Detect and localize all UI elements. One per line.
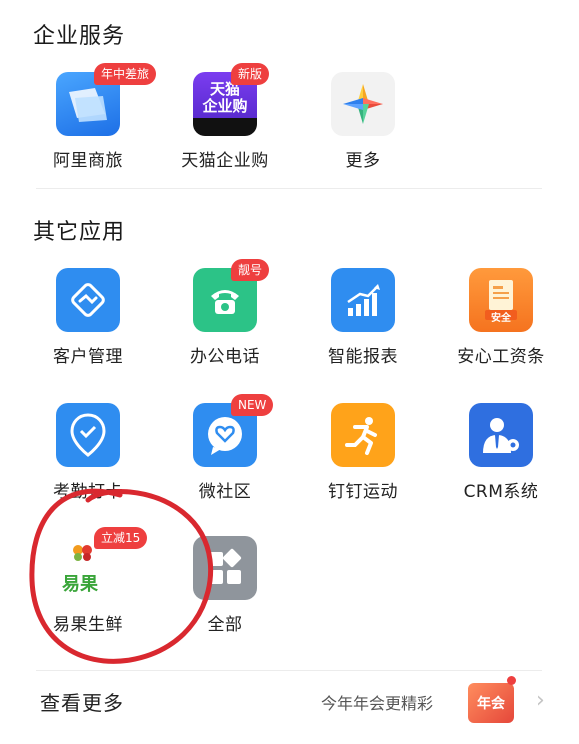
- app-label: 微社区: [198, 482, 252, 502]
- annual-meeting-icon[interactable]: 年会: [468, 683, 514, 723]
- bar-chart-icon: [331, 268, 395, 332]
- section-divider: [36, 188, 542, 189]
- footer-divider: [36, 670, 542, 671]
- badge: 靓号: [231, 259, 270, 281]
- app-customer-management[interactable]: 客户管理: [28, 268, 148, 367]
- badge: 新版: [231, 63, 270, 85]
- payslip-icon: 安全: [469, 268, 533, 332]
- running-person-icon: [331, 403, 395, 467]
- airplane-ticket-icon: 年中差旅: [56, 63, 157, 136]
- chat-heart-icon: NEW: [193, 394, 274, 467]
- badge: 年中差旅: [94, 63, 157, 85]
- app-crm[interactable]: CRM系统: [441, 403, 561, 502]
- app-label: 阿里商旅: [53, 151, 123, 171]
- person-gear-icon: [469, 403, 533, 467]
- badge: 立减15: [94, 527, 148, 549]
- app-payslip[interactable]: 安全 安心工资条: [441, 268, 561, 367]
- app-yiguo[interactable]: 易果 立减15 易果生鲜: [28, 527, 148, 635]
- app-tmall-enterprise[interactable]: 天猫 企业购 新版 天猫企业购: [165, 63, 285, 171]
- app-label: 办公电话: [190, 347, 260, 367]
- annual-meeting-promo-text[interactable]: 今年年会更精彩: [321, 690, 433, 714]
- app-label: 客户管理: [53, 347, 123, 367]
- app-more[interactable]: 更多: [303, 72, 423, 171]
- app-label: 全部: [207, 615, 243, 635]
- tmall-icon-text: 天猫 企业购: [202, 80, 248, 115]
- app-label: 考勤打卡: [53, 482, 123, 502]
- badge: NEW: [231, 394, 274, 416]
- app-label: 钉钉运动: [328, 482, 398, 502]
- yiguo-logo-text: 易果: [62, 574, 98, 595]
- view-more-link[interactable]: 查看更多: [40, 687, 124, 716]
- notification-dot: [507, 676, 516, 685]
- compass-star-icon: [331, 72, 395, 136]
- section-title-other: 其它应用: [33, 220, 126, 245]
- app-alitrip[interactable]: 年中差旅 阿里商旅: [28, 63, 157, 171]
- app-label: 智能报表: [328, 347, 398, 367]
- payslip-icon-text: 安全: [491, 313, 511, 324]
- chevron-right-icon[interactable]: ›: [536, 688, 545, 713]
- app-attendance[interactable]: 考勤打卡: [28, 403, 148, 502]
- app-label: 易果生鲜: [53, 615, 123, 635]
- app-label: 更多: [345, 151, 381, 171]
- app-smart-report[interactable]: 智能报表: [303, 268, 423, 367]
- phone-icon: 靓号: [193, 259, 270, 332]
- section-title-enterprise: 企业服务: [33, 24, 126, 49]
- grid-icon: [193, 536, 257, 600]
- tmall-icon: 天猫 企业购 新版: [193, 63, 270, 136]
- app-label: 天猫企业购: [181, 151, 269, 171]
- app-office-phone[interactable]: 靓号 办公电话: [165, 259, 285, 367]
- handshake-icon: [56, 268, 120, 332]
- app-label: 安心工资条: [457, 347, 545, 367]
- location-check-icon: [56, 403, 120, 467]
- app-dingtalk-sport[interactable]: 钉钉运动: [303, 403, 423, 502]
- app-all[interactable]: 全部: [165, 536, 285, 635]
- app-label: CRM系统: [463, 482, 539, 502]
- app-community[interactable]: NEW 微社区: [165, 394, 285, 502]
- annual-meeting-icon-text: 年会: [477, 696, 505, 712]
- yiguo-logo-icon: 易果 立减15: [56, 527, 148, 600]
